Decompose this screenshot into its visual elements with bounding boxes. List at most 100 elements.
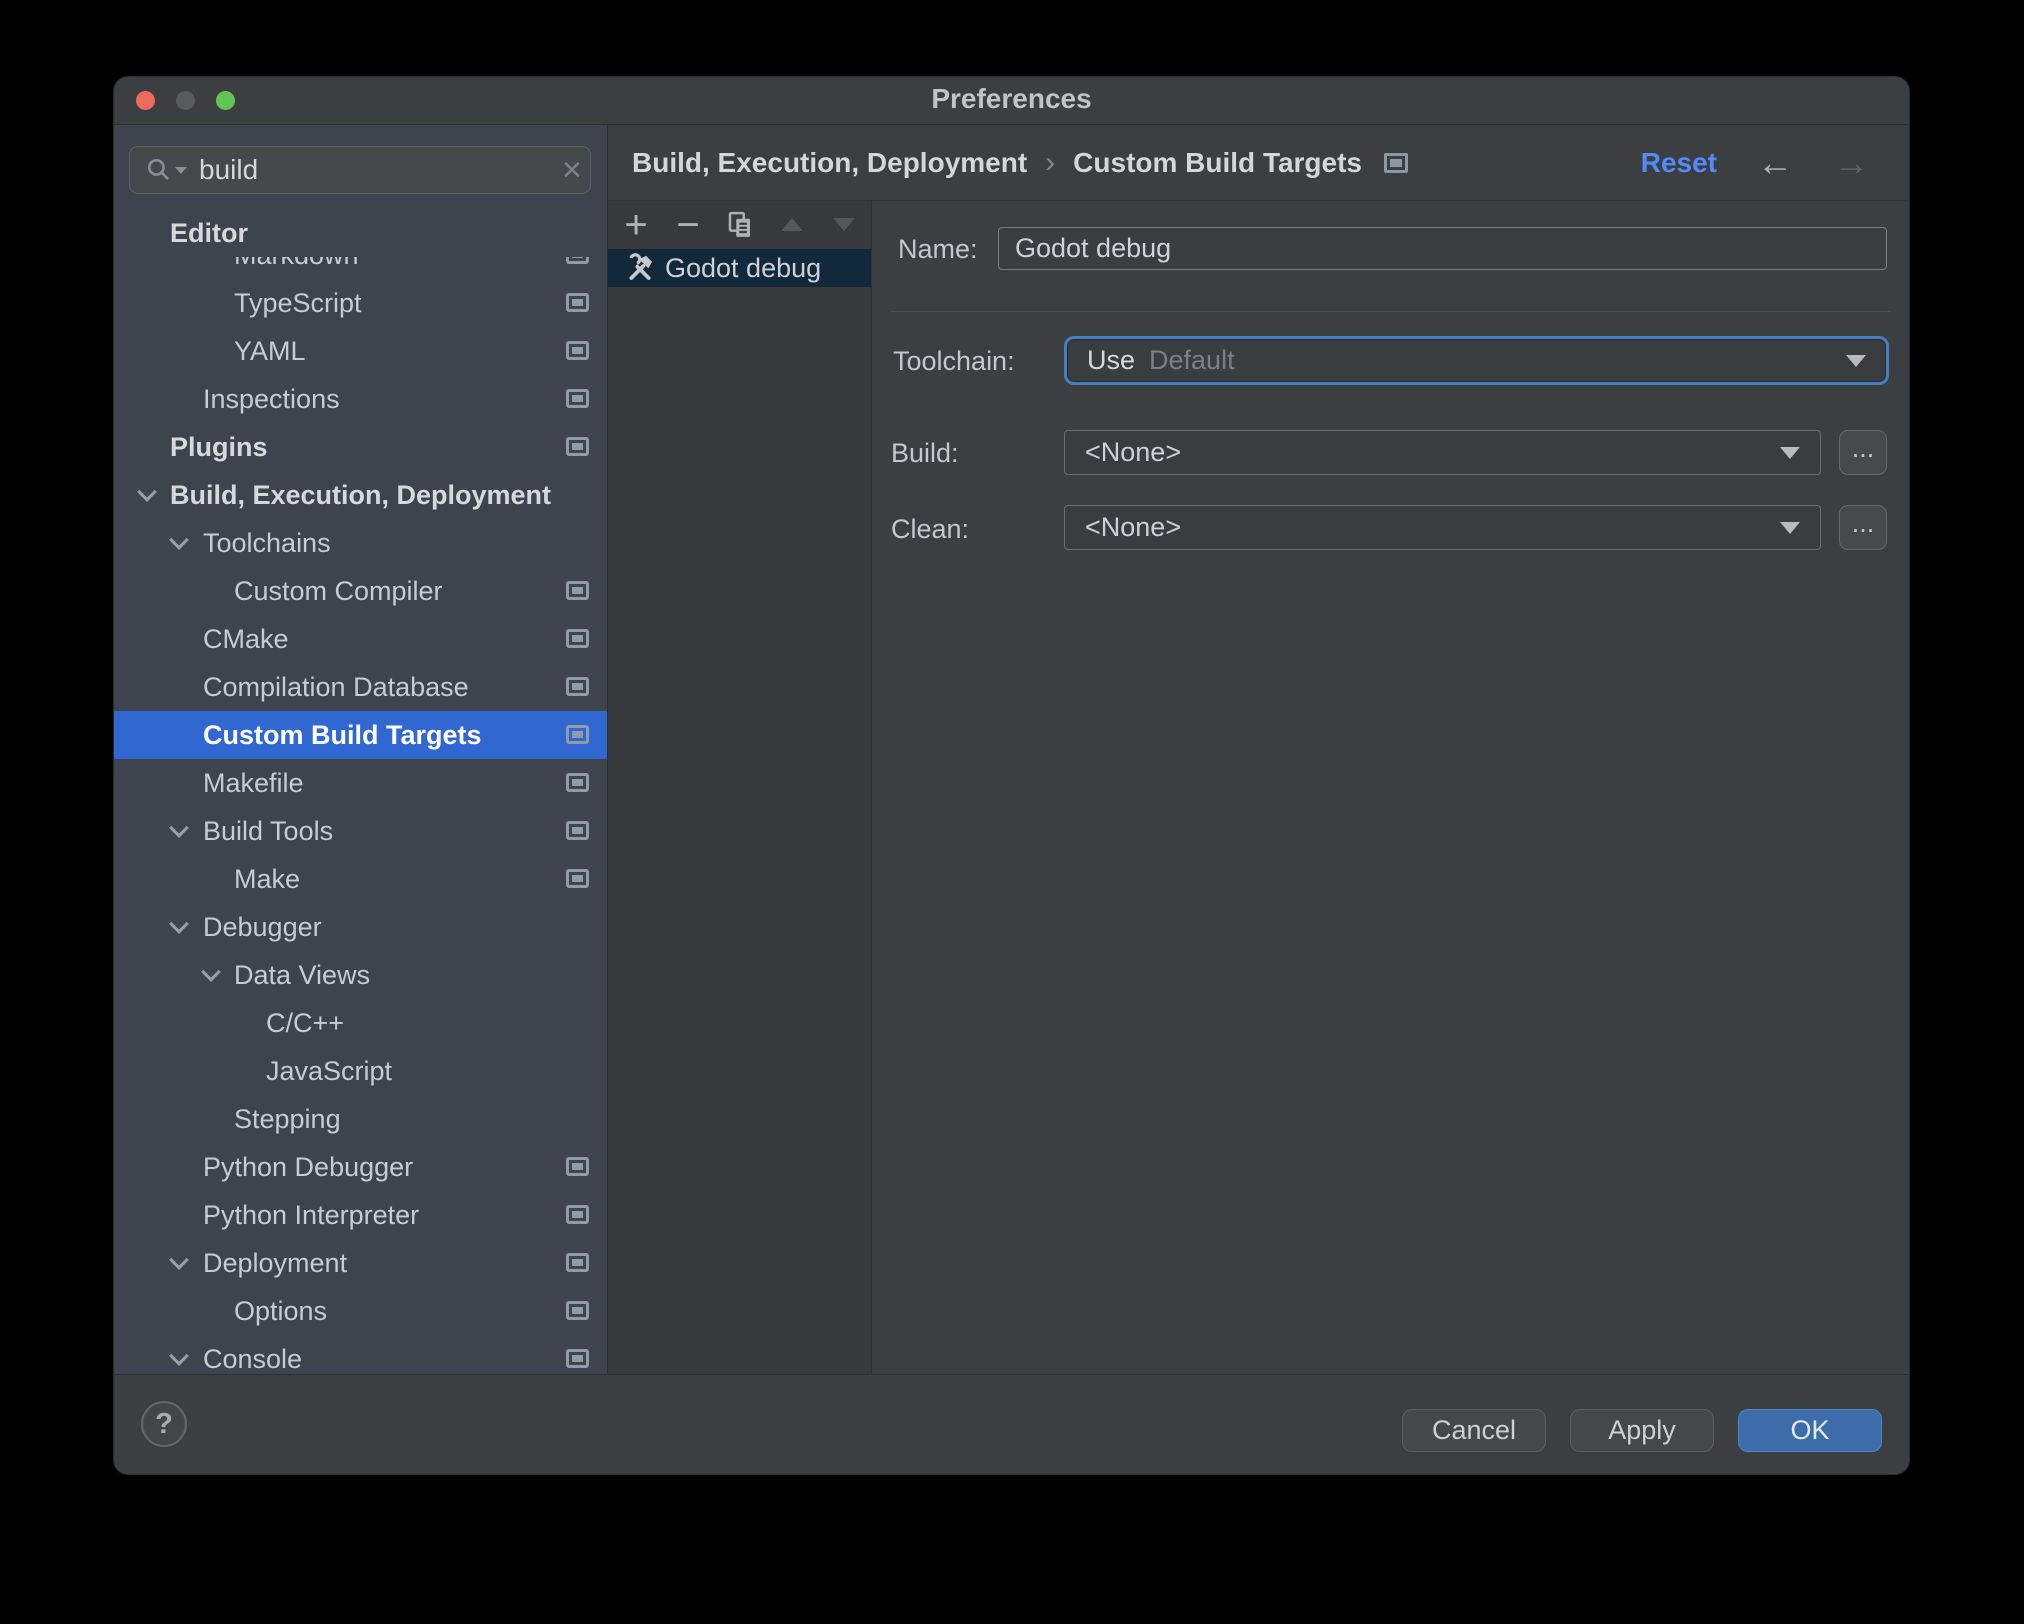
toolchain-value: Default — [1149, 345, 1235, 375]
sidebar-item-inspections[interactable]: Inspections — [114, 375, 607, 423]
sidebar-item-editor[interactable]: Editor — [114, 209, 607, 257]
sidebar-item-c-cpp[interactable]: C/C++ — [114, 999, 607, 1047]
name-field[interactable] — [998, 227, 1887, 270]
sidebar-item-python-interpreter[interactable]: Python Interpreter — [114, 1191, 607, 1239]
modified-settings-icon — [566, 1349, 589, 1368]
clear-search-icon[interactable]: × — [562, 153, 582, 187]
chevron-down-icon — [1846, 354, 1866, 367]
reset-link[interactable]: Reset — [1641, 147, 1717, 179]
sidebar-item-options[interactable]: Options — [114, 1287, 607, 1335]
chevron-down-icon — [1780, 521, 1800, 534]
modified-settings-icon — [566, 1301, 589, 1320]
form-divider — [891, 311, 1891, 312]
sidebar-item-plugins[interactable]: Plugins — [114, 423, 607, 471]
build-select[interactable]: <None> — [1064, 430, 1821, 475]
clean-label: Clean: — [891, 514, 970, 544]
preferences-dialog: Preferences × Editor Markdown TypeScri — [114, 77, 1909, 1474]
copy-target-button[interactable] — [725, 210, 755, 240]
sidebar-item-make[interactable]: Make — [114, 855, 607, 903]
build-target-icon — [624, 252, 656, 284]
sidebar-item-javascript[interactable]: JavaScript — [114, 1047, 607, 1095]
remove-target-button[interactable]: − — [673, 205, 703, 245]
chevron-down-icon[interactable] — [137, 482, 157, 502]
cancel-button[interactable]: Cancel — [1402, 1409, 1546, 1452]
settings-sidebar: × Editor Markdown TypeScript YAML Inspec… — [114, 125, 607, 1374]
sidebar-divider — [607, 125, 608, 1374]
move-down-button — [829, 210, 859, 240]
footer: ? Cancel Apply OK — [114, 1374, 1909, 1474]
forward-arrow-icon: → — [1833, 141, 1869, 183]
sidebar-item-console[interactable]: Console — [114, 1335, 607, 1374]
build-label: Build: — [891, 438, 959, 468]
chevron-down-icon[interactable] — [169, 1250, 189, 1270]
help-button[interactable]: ? — [141, 1401, 187, 1447]
sidebar-item-custom-build-targets[interactable]: Custom Build Targets — [114, 711, 607, 759]
modified-settings-icon — [566, 389, 589, 408]
modified-settings-icon — [566, 773, 589, 792]
sidebar-item-yaml[interactable]: YAML — [114, 327, 607, 375]
modified-settings-icon — [566, 1253, 589, 1272]
search-options-icon[interactable] — [175, 166, 187, 174]
back-arrow-icon[interactable]: ← — [1757, 144, 1793, 181]
sidebar-item-stepping[interactable]: Stepping — [114, 1095, 607, 1143]
name-label: Name: — [898, 234, 978, 264]
move-up-button — [777, 210, 807, 240]
settings-tree: Editor Markdown TypeScript YAML Inspecti… — [114, 209, 607, 1374]
sidebar-item-makefile[interactable]: Makefile — [114, 759, 607, 807]
modified-settings-icon — [566, 869, 589, 888]
modified-settings-icon — [566, 725, 589, 744]
modified-settings-icon — [566, 821, 589, 840]
targets-toolbar: + − — [608, 200, 871, 249]
sidebar-item-build-execution-deployment[interactable]: Build, Execution, Deployment — [114, 471, 607, 519]
target-settings-form: Name: Toolchain: Use Default Build: <Non… — [872, 200, 1909, 1374]
titlebar-divider — [114, 124, 1909, 125]
chevron-down-icon[interactable] — [169, 818, 189, 838]
window-title: Preferences — [931, 83, 1092, 114]
sidebar-item-toolchains[interactable]: Toolchains — [114, 519, 607, 567]
modified-settings-icon — [566, 581, 589, 600]
toolchain-label: Toolchain: — [893, 346, 1015, 376]
breadcrumb: Build, Execution, Deployment › Custom Bu… — [608, 125, 1909, 200]
search-input[interactable] — [197, 153, 562, 187]
chevron-down-icon[interactable] — [169, 1346, 189, 1366]
ok-button[interactable]: OK — [1738, 1409, 1882, 1452]
clean-browse-button[interactable]: ... — [1839, 505, 1887, 550]
footer-divider — [114, 1374, 1909, 1375]
clean-select[interactable]: <None> — [1064, 505, 1821, 550]
header-divider — [608, 200, 1909, 201]
modified-settings-icon — [566, 677, 589, 696]
build-browse-button[interactable]: ... — [1839, 430, 1887, 475]
chevron-down-icon[interactable] — [169, 914, 189, 934]
sidebar-item-cmake[interactable]: CMake — [114, 615, 607, 663]
toolchain-use-text: Use — [1087, 345, 1136, 375]
search-icon[interactable] — [146, 157, 187, 183]
targets-panel: + − Godot debug — [608, 200, 871, 1374]
page-title: Custom Build Targets — [1073, 146, 1363, 178]
toolchain-select[interactable]: Use Default — [1064, 336, 1889, 385]
target-list-item[interactable]: Godot debug — [608, 249, 871, 287]
apply-button[interactable]: Apply — [1570, 1409, 1714, 1452]
sidebar-item-debugger[interactable]: Debugger — [114, 903, 607, 951]
sidebar-item-python-debugger[interactable]: Python Debugger — [114, 1143, 607, 1191]
sidebar-item-data-views[interactable]: Data Views — [114, 951, 607, 999]
modified-settings-icon — [566, 437, 589, 456]
sidebar-item-custom-compiler[interactable]: Custom Compiler — [114, 567, 607, 615]
modified-settings-icon — [566, 341, 589, 360]
breadcrumb-section[interactable]: Build, Execution, Deployment — [632, 147, 1027, 179]
sidebar-item-build-tools[interactable]: Build Tools — [114, 807, 607, 855]
chevron-down-icon — [1780, 446, 1800, 459]
sidebar-item-typescript[interactable]: TypeScript — [114, 279, 607, 327]
settings-search[interactable]: × — [129, 146, 591, 194]
build-value: <None> — [1085, 437, 1182, 467]
add-target-button[interactable]: + — [621, 205, 651, 245]
sidebar-item-compilation-database[interactable]: Compilation Database — [114, 663, 607, 711]
modified-settings-icon — [566, 629, 589, 648]
modified-settings-icon — [566, 293, 589, 312]
modified-settings-icon — [1384, 152, 1409, 173]
chevron-down-icon[interactable] — [169, 530, 189, 550]
list-divider — [871, 200, 872, 1374]
titlebar: Preferences — [114, 77, 1909, 124]
chevron-down-icon[interactable] — [201, 962, 221, 982]
sidebar-item-deployment[interactable]: Deployment — [114, 1239, 607, 1287]
modified-settings-icon — [566, 1205, 589, 1224]
